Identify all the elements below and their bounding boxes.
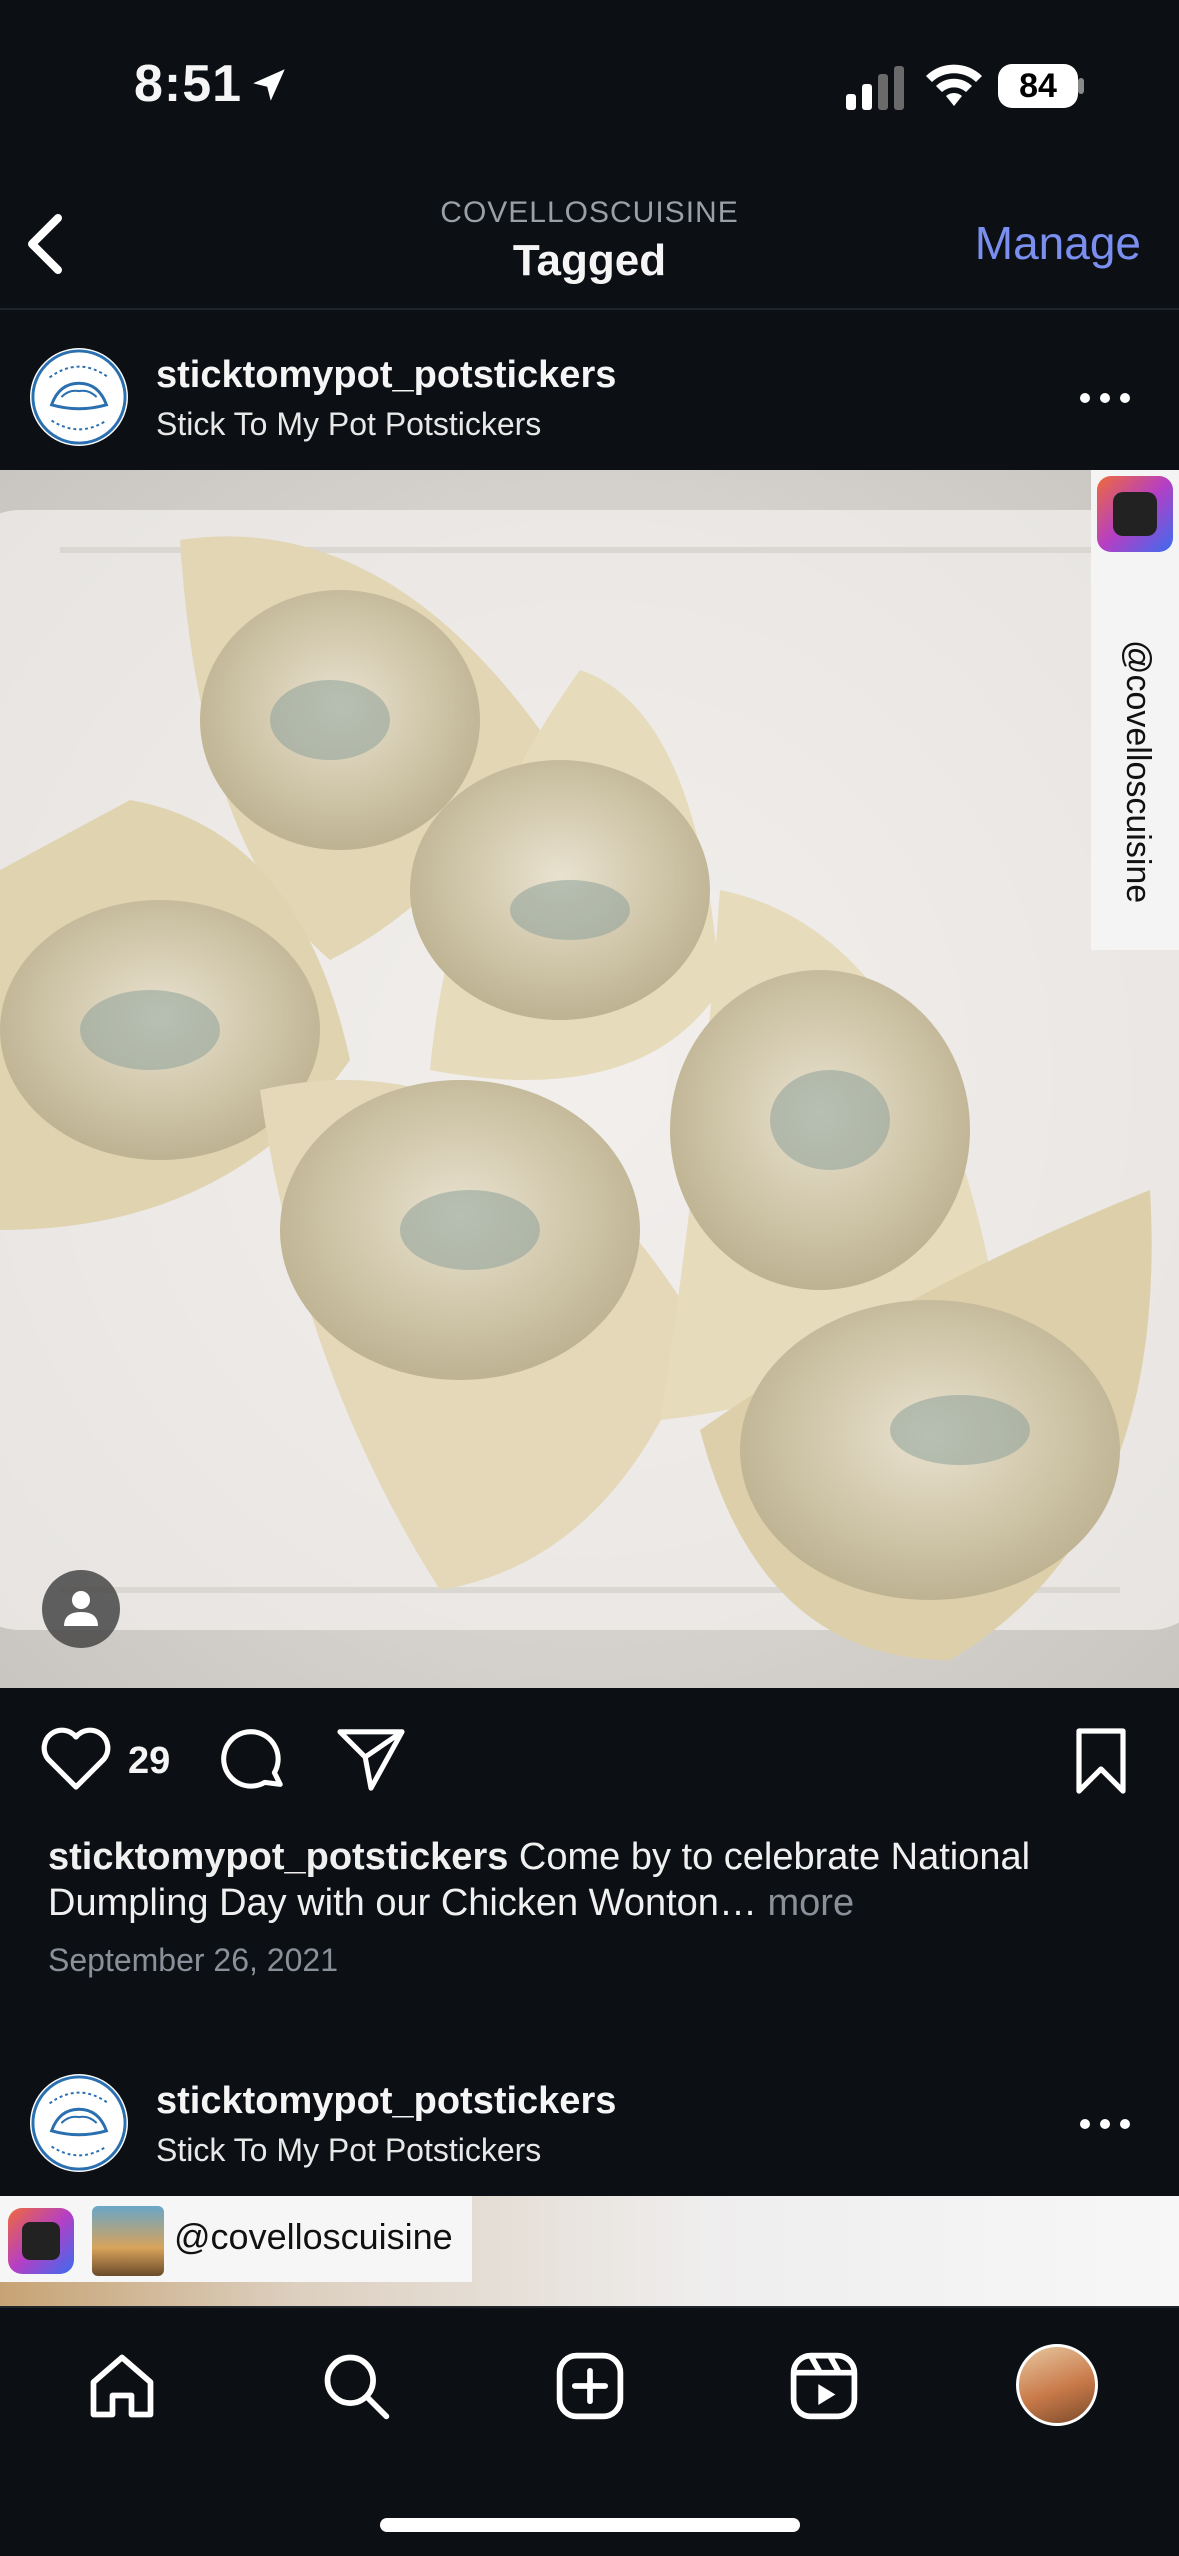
profile-avatar[interactable]: [1016, 2344, 1098, 2426]
post-photo[interactable]: @covelloscuisine: [0, 470, 1179, 1688]
reels-icon[interactable]: [786, 2348, 862, 2424]
bookmark-icon[interactable]: [1073, 1726, 1129, 1796]
location-arrow-icon: [253, 69, 285, 101]
tab-bar: [0, 2306, 1179, 2556]
caption-username[interactable]: sticktomypot_potstickers: [48, 1836, 508, 1878]
post-username[interactable]: sticktomypot_potstickers: [156, 2080, 616, 2123]
photo-tag-text: @covelloscuisine: [174, 2216, 453, 2257]
avatar[interactable]: [30, 348, 128, 446]
tag-thumbnail: [92, 2206, 164, 2276]
post-header: sticktomypot_potstickers Stick To My Pot…: [0, 2036, 1179, 2196]
tagged-people-icon[interactable]: [42, 1570, 120, 1648]
potsticker-logo-icon: [31, 349, 127, 445]
home-icon[interactable]: [84, 2348, 160, 2424]
post-photo[interactable]: @covelloscuisine: [0, 2196, 1179, 2306]
cellular-signal-icon: [846, 66, 904, 110]
avatar[interactable]: [30, 2074, 128, 2172]
more-options-icon[interactable]: [1075, 388, 1135, 408]
tag-app-logo-icon: [8, 2208, 74, 2274]
photo-tag-banner[interactable]: @covelloscuisine: [1091, 470, 1179, 950]
create-icon[interactable]: [552, 2348, 628, 2424]
status-bar: 8:51 84: [0, 0, 1179, 170]
post-display-name: Stick To My Pot Potstickers: [156, 2132, 542, 2168]
home-indicator[interactable]: [380, 2518, 800, 2532]
battery-indicator: 84: [998, 64, 1078, 108]
post-date: September 26, 2021: [48, 1942, 338, 1978]
photo-tag-banner[interactable]: @covelloscuisine: [0, 2196, 472, 2282]
like-count[interactable]: 29: [128, 1740, 170, 1783]
post-display-name: Stick To My Pot Potstickers: [156, 406, 542, 442]
post-caption: sticktomypot_potstickers Come by to cele…: [48, 1834, 1148, 1926]
status-time: 8:51: [134, 55, 243, 113]
comment-icon[interactable]: [218, 1726, 288, 1796]
wifi-icon: [926, 64, 982, 106]
manage-button[interactable]: Manage: [975, 216, 1141, 270]
nav-header: COVELLOSCUISINE Tagged Manage: [0, 170, 1179, 310]
dumplings-image: [0, 470, 1179, 1688]
post-username[interactable]: sticktomypot_potstickers: [156, 354, 616, 397]
tag-app-logo-icon: [1097, 476, 1173, 552]
post-actions: 29: [0, 1688, 1179, 1838]
more-options-icon[interactable]: [1075, 2114, 1135, 2134]
caption-more-link[interactable]: more: [757, 1882, 854, 1924]
photo-tag-text: @covelloscuisine: [1119, 640, 1157, 904]
potsticker-logo-icon: [31, 2075, 127, 2171]
search-icon[interactable]: [318, 2348, 394, 2424]
battery-tip: [1078, 78, 1084, 94]
post-header: sticktomypot_potstickers Stick To My Pot…: [0, 310, 1179, 470]
heart-icon[interactable]: [40, 1726, 112, 1792]
share-icon[interactable]: [336, 1726, 406, 1792]
